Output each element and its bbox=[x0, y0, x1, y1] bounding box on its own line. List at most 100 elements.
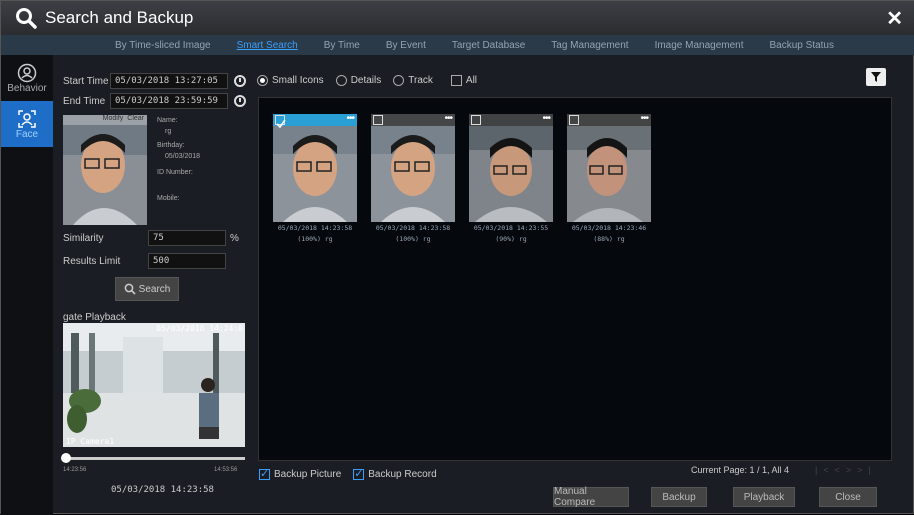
current-time: 05/03/2018 14:23:58 bbox=[111, 485, 214, 495]
search-button-label: Search bbox=[138, 283, 171, 295]
name-value: rg bbox=[165, 128, 172, 135]
tab-smart-search[interactable]: Smart Search bbox=[237, 40, 298, 51]
result-card[interactable]: ••• 05/03/2018 14:23:58 (100%) rg bbox=[273, 114, 357, 244]
result-thumbnail[interactable]: ••• bbox=[567, 114, 651, 222]
result-card[interactable]: ••• 05/03/2018 14:23:58 (100%) rg bbox=[371, 114, 455, 244]
target-face-image: Modify Clear bbox=[63, 115, 147, 225]
thumbnail-toolbar: ••• bbox=[567, 114, 651, 126]
playback-video[interactable]: 05/03/2018 14:24:0 IP Camera1 bbox=[63, 323, 245, 447]
backup-picture-checkbox[interactable] bbox=[259, 467, 270, 480]
result-checkbox[interactable] bbox=[471, 115, 481, 125]
page-nav-arrows[interactable]: |<<>>| bbox=[815, 465, 877, 475]
result-checkbox[interactable] bbox=[569, 115, 579, 125]
more-icon[interactable]: ••• bbox=[542, 114, 550, 124]
result-time: 05/03/2018 14:23:58 bbox=[277, 224, 353, 232]
search-icon bbox=[124, 283, 136, 295]
birthday-value: 05/03/2018 bbox=[165, 153, 201, 160]
select-all-label: All bbox=[465, 75, 478, 86]
slider-start-time: 14:23:56 bbox=[63, 467, 87, 473]
more-icon[interactable]: ••• bbox=[444, 114, 452, 124]
close-icon[interactable]: ✕ bbox=[886, 6, 903, 31]
mobile-label: Mobile: bbox=[157, 195, 180, 202]
name-label: Name: bbox=[157, 117, 178, 124]
backup-picture-label: Backup Picture bbox=[274, 469, 342, 480]
tab-backup-status[interactable]: Backup Status bbox=[770, 40, 834, 51]
clear-link[interactable]: Clear bbox=[127, 115, 144, 125]
results-limit-label: Results Limit bbox=[63, 256, 121, 267]
search-button[interactable]: Search bbox=[115, 277, 179, 301]
details-label: Details bbox=[350, 75, 382, 86]
end-time-input[interactable]: 05/03/2018 23:59:59 bbox=[110, 93, 228, 109]
percent-unit: % bbox=[230, 233, 239, 244]
playback-slider[interactable] bbox=[61, 453, 245, 463]
playback-label: gate Playback bbox=[63, 312, 126, 323]
result-thumbnail[interactable]: ••• bbox=[371, 114, 455, 222]
search-backup-window: Search and Backup ✕ By Time-sliced Image… bbox=[0, 0, 914, 515]
more-icon[interactable]: ••• bbox=[346, 114, 354, 124]
similarity-input[interactable]: 75 bbox=[148, 230, 226, 246]
tab-tag-management[interactable]: Tag Management bbox=[551, 40, 628, 51]
behavior-icon bbox=[17, 63, 37, 82]
tab-target-database[interactable]: Target Database bbox=[452, 40, 525, 51]
thumbnail-toolbar: ••• bbox=[469, 114, 553, 126]
result-thumbnail[interactable]: ••• bbox=[273, 114, 357, 222]
filter-icon bbox=[871, 72, 881, 82]
results-panel: Small Icons Details Track All ••• 05/03/… bbox=[253, 55, 914, 515]
result-time: 05/03/2018 14:23:55 bbox=[473, 224, 549, 232]
backup-record-checkbox[interactable] bbox=[353, 467, 365, 480]
face-photo bbox=[469, 114, 553, 222]
result-score: (100%) rg bbox=[297, 235, 333, 243]
tab-bar: By Time-sliced Image Smart Search By Tim… bbox=[1, 35, 914, 55]
sidebar-item-label: Face bbox=[15, 128, 39, 140]
track-radio[interactable] bbox=[393, 75, 405, 86]
backup-record-label: Backup Record bbox=[368, 469, 437, 480]
clock-icon[interactable] bbox=[234, 95, 246, 107]
result-score: (88%) rg bbox=[593, 235, 625, 243]
clock-icon[interactable] bbox=[234, 75, 246, 87]
filter-button[interactable] bbox=[866, 68, 886, 86]
modify-link[interactable]: Modify bbox=[103, 115, 124, 125]
id-number-label: ID Number: bbox=[157, 169, 193, 176]
slider-knob[interactable] bbox=[61, 453, 71, 463]
result-card[interactable]: ••• 05/03/2018 14:23:46 (88%) rg bbox=[567, 114, 651, 244]
tab-by-event[interactable]: By Event bbox=[386, 40, 426, 51]
small-icons-radio[interactable] bbox=[257, 75, 268, 86]
search-icon bbox=[16, 8, 37, 29]
thumbnail-toolbar: ••• bbox=[273, 114, 357, 129]
result-checkbox[interactable] bbox=[275, 115, 286, 129]
check-icon bbox=[276, 119, 286, 129]
thumbnail-toolbar: ••• bbox=[371, 114, 455, 126]
tab-image-management[interactable]: Image Management bbox=[655, 40, 744, 51]
result-time: 05/03/2018 14:23:46 bbox=[571, 224, 647, 232]
face-photo bbox=[567, 114, 651, 222]
results-limit-input[interactable]: 500 bbox=[148, 253, 226, 269]
tab-by-time-sliced-image[interactable]: By Time-sliced Image bbox=[115, 40, 211, 51]
birthday-label: Birthday: bbox=[157, 142, 185, 149]
result-card[interactable]: ••• 05/03/2018 14:23:55 (90%) rg bbox=[469, 114, 553, 244]
track-label: Track bbox=[408, 75, 433, 86]
small-icons-label: Small Icons bbox=[272, 75, 324, 86]
playback-button[interactable]: Playback bbox=[733, 487, 795, 507]
start-time-input[interactable]: 05/03/2018 13:27:05 bbox=[110, 73, 228, 89]
result-time: 05/03/2018 14:23:58 bbox=[375, 224, 451, 232]
result-thumbnail[interactable]: ••• bbox=[469, 114, 553, 222]
sidebar-item-face[interactable]: Face bbox=[1, 101, 53, 147]
results-grid: ••• 05/03/2018 14:23:58 (100%) rg ••• 05… bbox=[258, 97, 892, 461]
video-frame bbox=[63, 323, 245, 447]
result-checkbox[interactable] bbox=[373, 115, 383, 125]
sidebar-item-behavior[interactable]: Behavior bbox=[1, 55, 53, 101]
more-icon[interactable]: ••• bbox=[640, 114, 648, 124]
backup-options: Backup Picture Backup Record bbox=[259, 467, 437, 480]
tab-by-time[interactable]: By Time bbox=[324, 40, 360, 51]
select-all-checkbox[interactable] bbox=[450, 75, 462, 86]
view-options: Small Icons Details Track All bbox=[257, 75, 477, 86]
window-title: Search and Backup bbox=[45, 8, 194, 27]
face-toolbar: Modify Clear bbox=[63, 115, 147, 125]
backup-button[interactable]: Backup bbox=[651, 487, 707, 507]
details-radio[interactable] bbox=[335, 75, 347, 86]
video-timestamp: 05/03/2018 14:24:0 bbox=[156, 324, 243, 333]
titlebar: Search and Backup ✕ bbox=[1, 1, 914, 35]
close-button[interactable]: Close bbox=[819, 487, 877, 507]
search-criteria-panel: Start Time 05/03/2018 13:27:05 End Time … bbox=[53, 55, 253, 515]
manual-compare-button[interactable]: Manual Compare bbox=[553, 486, 629, 508]
